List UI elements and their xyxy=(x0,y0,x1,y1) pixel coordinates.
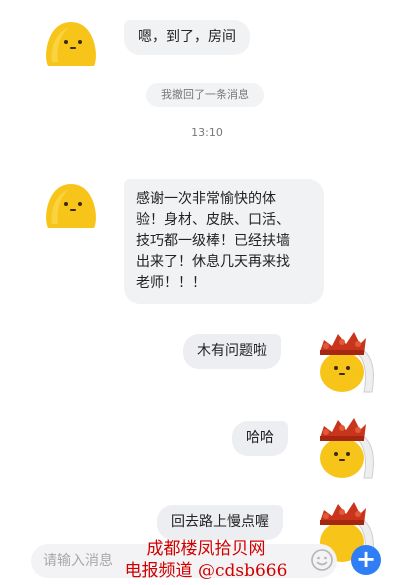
message-input-bar: + xyxy=(0,538,414,585)
message-bubble-left[interactable]: 感谢一次非常愉快的体 验！身材、皮肤、口活、 技巧都一级棒！已经扶墙 出来了！休… xyxy=(124,179,324,304)
message-bubble-right[interactable]: 哈哈 xyxy=(232,421,288,456)
message-bubble-right[interactable]: 木有问题啦 xyxy=(183,334,281,369)
emoji-face-icon[interactable] xyxy=(310,548,334,572)
message-timestamp: 13:10 xyxy=(191,126,223,139)
plus-icon[interactable]: + xyxy=(351,545,381,575)
recall-notice: 我撤回了一条消息 xyxy=(146,83,264,107)
message-bubble-left[interactable]: 嗯，到了，房间 xyxy=(124,20,250,55)
yellow-blob-avatar[interactable] xyxy=(42,18,98,68)
message-bubble-right[interactable]: 回去路上慢点喔 xyxy=(157,505,283,540)
message-input[interactable] xyxy=(31,544,337,578)
chat-window: 嗯，到了，房间 我撤回了一条消息 13:10 感谢一次非常愉快的体 验！身材、皮… xyxy=(0,0,414,585)
crowned-yellow-avatar[interactable] xyxy=(314,408,376,480)
yellow-blob-avatar[interactable] xyxy=(42,180,98,230)
crowned-yellow-avatar[interactable] xyxy=(314,322,376,394)
